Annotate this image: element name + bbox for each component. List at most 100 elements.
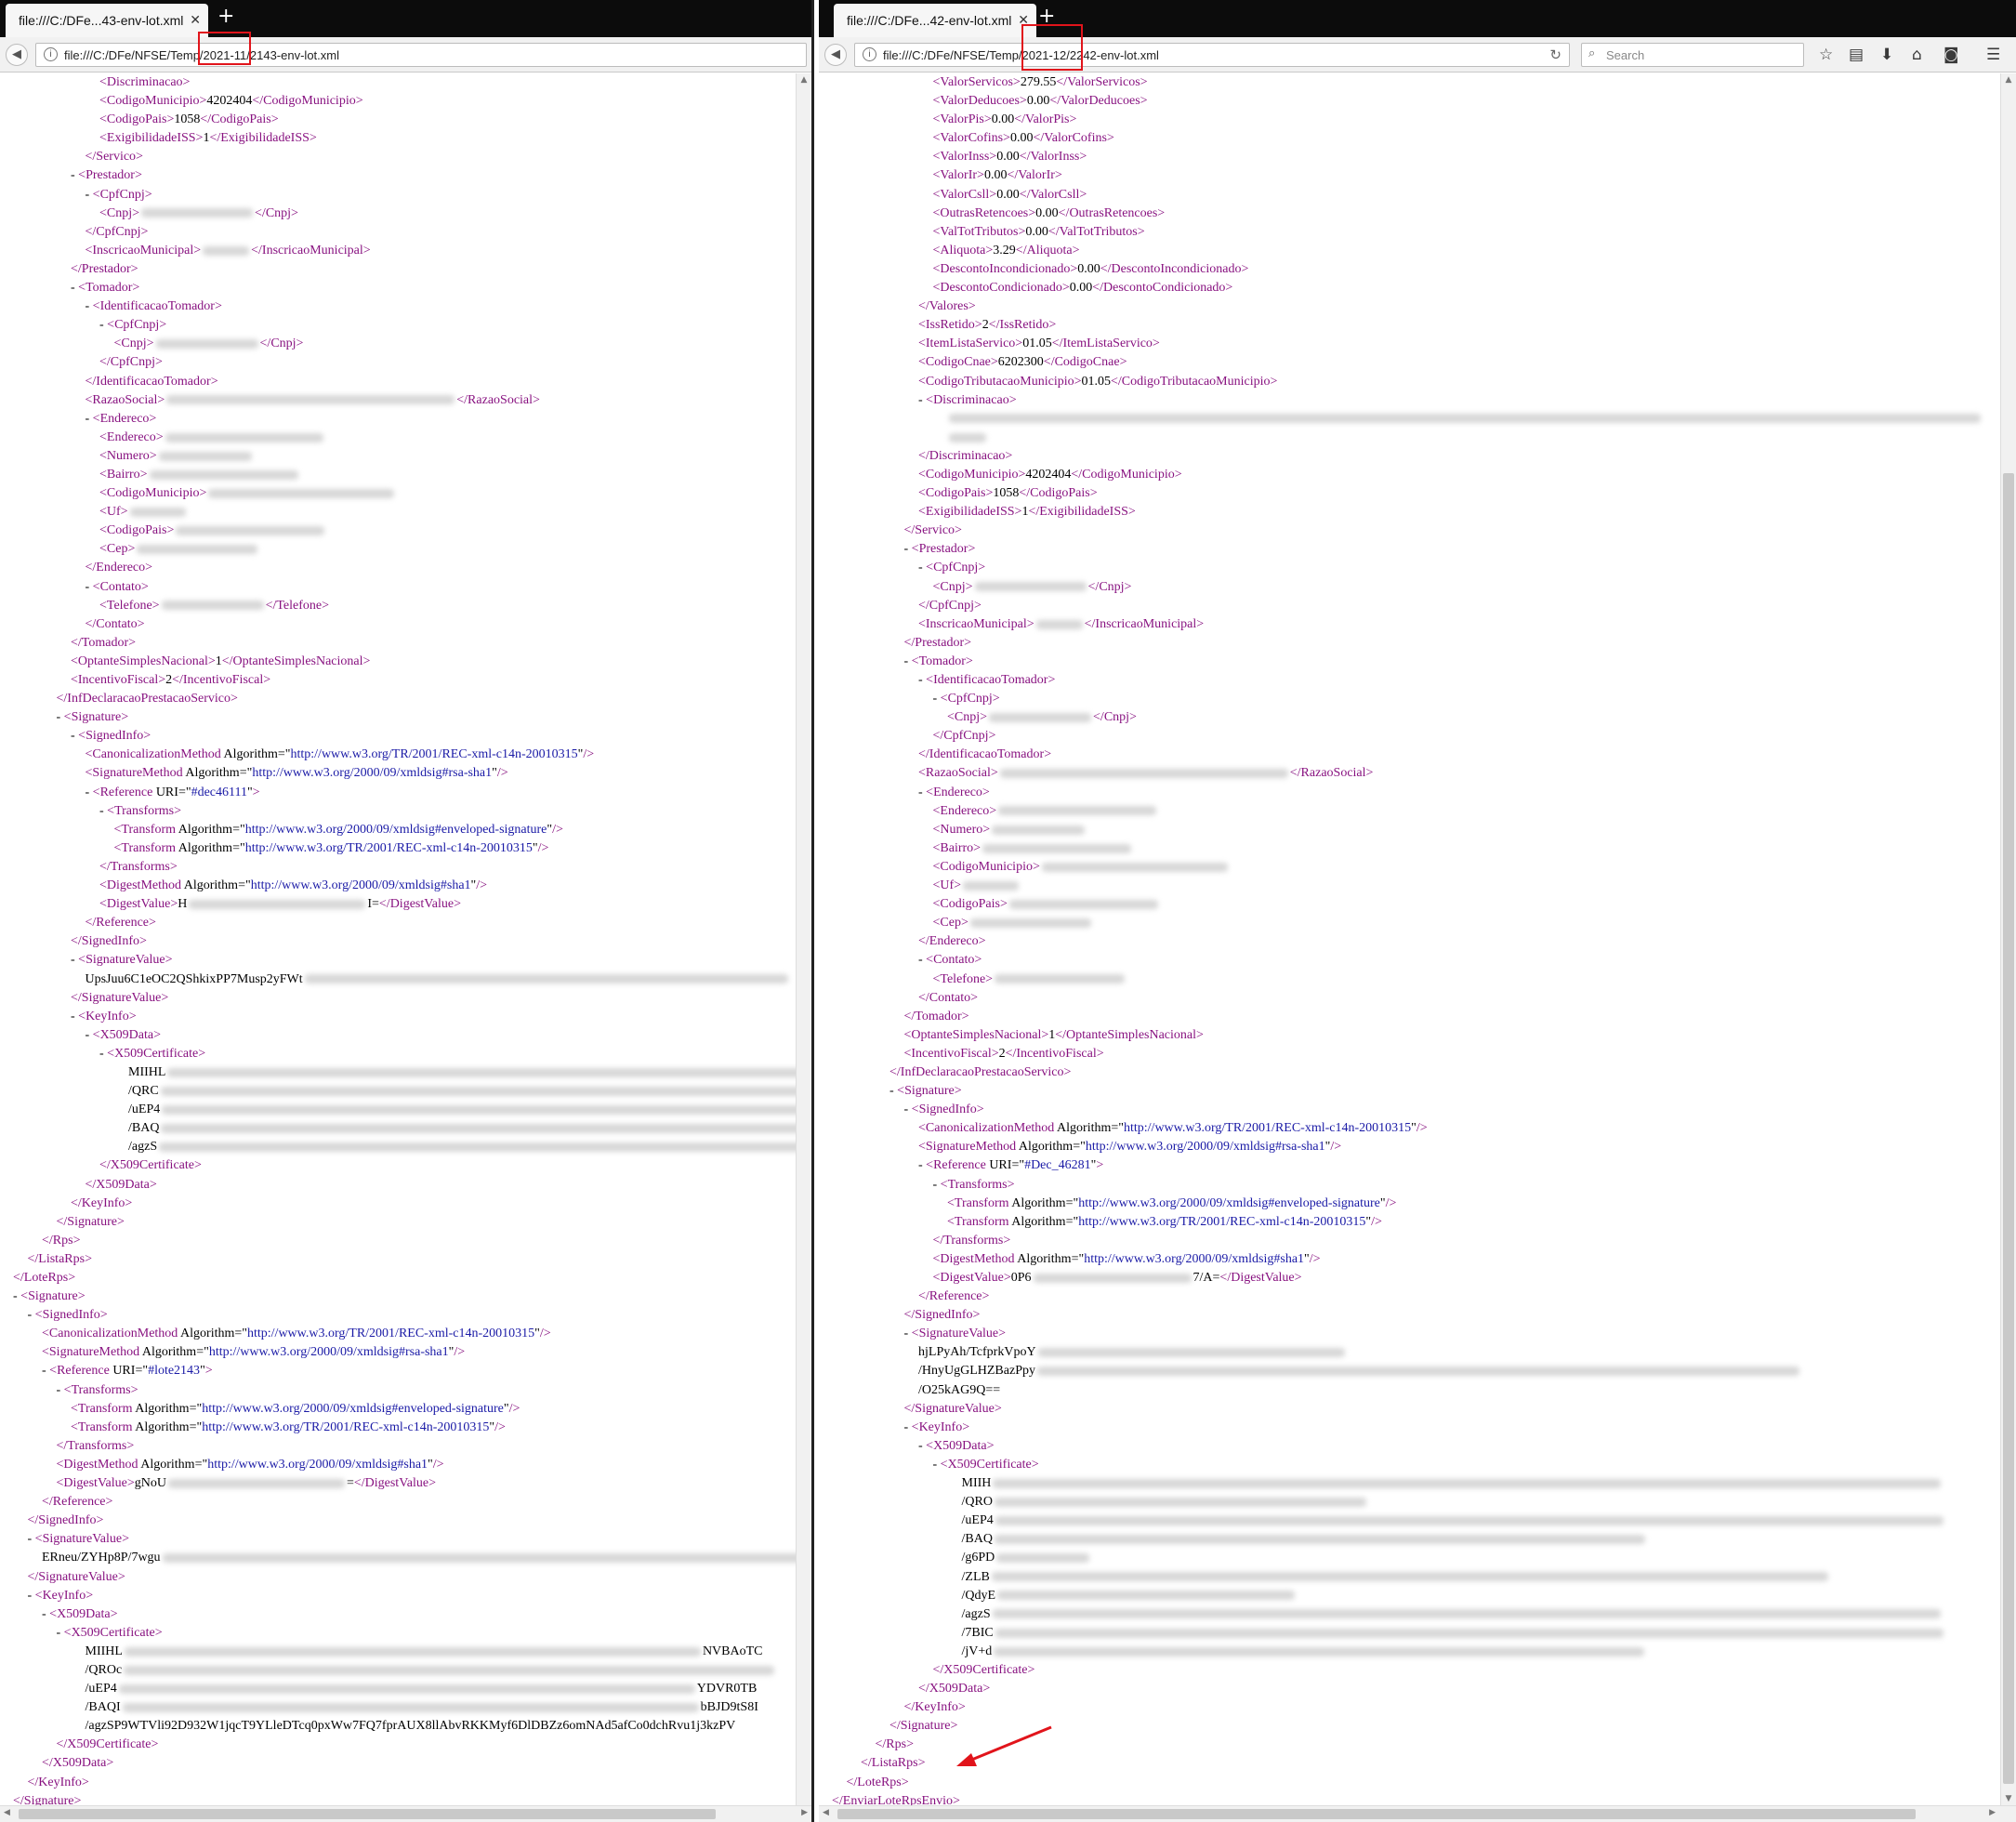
- xml-text: 2: [982, 318, 989, 333]
- library-icon[interactable]: ▤: [1849, 46, 1864, 64]
- collapse-toggle[interactable]: -: [86, 1028, 93, 1042]
- collapse-toggle[interactable]: -: [71, 281, 78, 295]
- collapse-toggle[interactable]: -: [933, 692, 941, 706]
- xml-line: - <KeyInfo>: [0, 1587, 798, 1605]
- xml-line: </KeyInfo>: [819, 1698, 2000, 1717]
- xml-tag: </ExigibilidadeISS>: [209, 131, 317, 146]
- xml-tag: <Uf>: [99, 505, 128, 520]
- scroll-thumb[interactable]: [2003, 473, 2014, 1784]
- collapse-toggle[interactable]: -: [918, 673, 926, 687]
- collapse-toggle[interactable]: -: [904, 1327, 912, 1340]
- downloads-icon[interactable]: ⬇: [1880, 46, 1893, 64]
- collapse-toggle[interactable]: -: [71, 953, 78, 967]
- collapse-toggle[interactable]: -: [904, 1102, 912, 1116]
- collapse-toggle[interactable]: -: [86, 188, 93, 202]
- xml-tag: <DigestValue>: [932, 1271, 1011, 1285]
- xml-text: 4202404: [206, 94, 253, 109]
- info-icon[interactable]: i: [44, 47, 58, 61]
- xml-text: /jV+d: [961, 1644, 993, 1658]
- collapse-toggle[interactable]: -: [918, 953, 926, 967]
- collapse-toggle[interactable]: -: [918, 1439, 926, 1453]
- xml-line: <Cep>: [819, 914, 2000, 932]
- xml-text: MIIHL: [128, 1064, 166, 1079]
- reload-icon[interactable]: ↻: [1549, 46, 1561, 63]
- collapse-toggle[interactable]: -: [42, 1607, 49, 1621]
- xml-tag: <OptanteSimplesNacional>: [71, 654, 216, 668]
- xml-line: <ExigibilidadeISS>1</ExigibilidadeISS>: [819, 503, 2000, 522]
- search-input[interactable]: ⌕ Search: [1581, 43, 1804, 67]
- left-browser-window: file:///C:/DFe...43-env-lot.xml ✕ + ◀ i …: [0, 0, 814, 1822]
- collapse-toggle[interactable]: -: [57, 1626, 64, 1640]
- xml-line: /uEP4: [819, 1512, 2000, 1530]
- address-bar[interactable]: i file:///C:/DFe/NFSE/Temp/2021-11/2143-…: [35, 43, 807, 67]
- collapse-toggle[interactable]: -: [918, 393, 926, 407]
- collapse-toggle[interactable]: -: [57, 710, 64, 724]
- xml-text: /BAQI: [85, 1700, 121, 1715]
- xml-tag: </InfDeclaracaoPrestacaoServico>: [56, 692, 238, 706]
- menu-icon[interactable]: ☰: [1986, 46, 2000, 64]
- collapse-toggle[interactable]: -: [86, 786, 93, 799]
- xml-tag: </Rps>: [42, 1233, 81, 1248]
- scroll-thumb[interactable]: [837, 1809, 1916, 1819]
- home-icon[interactable]: ⌂: [1912, 46, 1922, 64]
- xml-tag: <Contato>: [92, 579, 149, 594]
- scroll-up-icon[interactable]: ▲: [2001, 75, 2016, 85]
- collapse-toggle[interactable]: -: [57, 1383, 64, 1397]
- collapse-toggle[interactable]: -: [99, 318, 107, 332]
- bookmark-star-icon[interactable]: ☆: [1819, 46, 1833, 64]
- collapse-toggle[interactable]: -: [28, 1308, 35, 1322]
- collapse-toggle[interactable]: -: [933, 1178, 941, 1192]
- xml-line: </Tomador>: [0, 634, 798, 653]
- collapse-toggle[interactable]: -: [933, 1458, 941, 1472]
- xml-tag: </InscricaoMunicipal>: [1084, 616, 1205, 631]
- collapse-toggle[interactable]: -: [99, 1047, 107, 1061]
- tab-left-file[interactable]: file:///C:/DFe...43-env-lot.xml ✕: [6, 4, 208, 37]
- xml-tag: <KeyInfo>: [78, 1009, 137, 1023]
- collapse-toggle[interactable]: -: [99, 804, 107, 818]
- horizontal-scrollbar[interactable]: ◀ ▶: [0, 1805, 811, 1822]
- close-tab-icon[interactable]: ✕: [190, 12, 201, 28]
- scroll-left-icon[interactable]: ◀: [4, 1808, 10, 1817]
- collapse-toggle[interactable]: -: [28, 1589, 35, 1603]
- xml-tag: </ValorServicos>: [1056, 75, 1148, 89]
- xml-tag: <Uf>: [932, 878, 962, 893]
- xml-line: </Reference>: [0, 914, 798, 932]
- xml-text: =": [232, 822, 245, 837]
- new-tab-icon[interactable]: +: [217, 4, 234, 30]
- scroll-up-icon[interactable]: ▲: [797, 75, 811, 85]
- scroll-right-icon[interactable]: ▶: [1989, 1808, 1996, 1817]
- pocket-icon[interactable]: ◙: [1944, 46, 1959, 64]
- vertical-scrollbar[interactable]: ▲ ▼: [2000, 73, 2016, 1805]
- tab-right-file[interactable]: file:///C:/DFe...42-env-lot.xml ✕: [834, 4, 1036, 37]
- redacted-text: [166, 395, 455, 405]
- xml-tag: />: [476, 878, 488, 893]
- collapse-toggle[interactable]: -: [918, 561, 926, 574]
- horizontal-scrollbar[interactable]: ◀ ▶: [819, 1805, 2016, 1822]
- collapse-toggle[interactable]: -: [904, 654, 912, 668]
- collapse-toggle[interactable]: -: [42, 1364, 49, 1378]
- scroll-thumb[interactable]: [19, 1809, 716, 1819]
- collapse-toggle[interactable]: -: [86, 412, 93, 426]
- collapse-toggle[interactable]: -: [28, 1532, 35, 1546]
- back-icon[interactable]: ◀: [824, 44, 847, 66]
- collapse-toggle[interactable]: -: [889, 1084, 897, 1098]
- collapse-toggle[interactable]: -: [71, 168, 78, 182]
- scroll-down-icon[interactable]: ▼: [2001, 1794, 2016, 1803]
- collapse-toggle[interactable]: -: [904, 542, 912, 556]
- collapse-toggle[interactable]: -: [13, 1289, 20, 1303]
- xml-text: 4202404: [1025, 467, 1072, 482]
- collapse-toggle[interactable]: -: [918, 1158, 926, 1172]
- collapse-toggle[interactable]: -: [904, 1420, 912, 1434]
- scroll-left-icon[interactable]: ◀: [823, 1808, 829, 1817]
- redacted-text: [1035, 619, 1083, 629]
- collapse-toggle[interactable]: -: [86, 299, 93, 313]
- vertical-scrollbar[interactable]: ▲: [796, 73, 811, 1805]
- collapse-toggle[interactable]: -: [86, 580, 93, 594]
- scroll-right-icon[interactable]: ▶: [801, 1808, 808, 1817]
- info-icon[interactable]: i: [863, 47, 876, 61]
- collapse-toggle[interactable]: -: [71, 729, 78, 743]
- collapse-toggle[interactable]: -: [918, 786, 926, 799]
- back-icon[interactable]: ◀: [6, 44, 28, 66]
- collapse-toggle[interactable]: -: [71, 1010, 78, 1023]
- address-bar[interactable]: i file:///C:/DFe/NFSE/Temp/2021-12/2242-…: [854, 43, 1570, 67]
